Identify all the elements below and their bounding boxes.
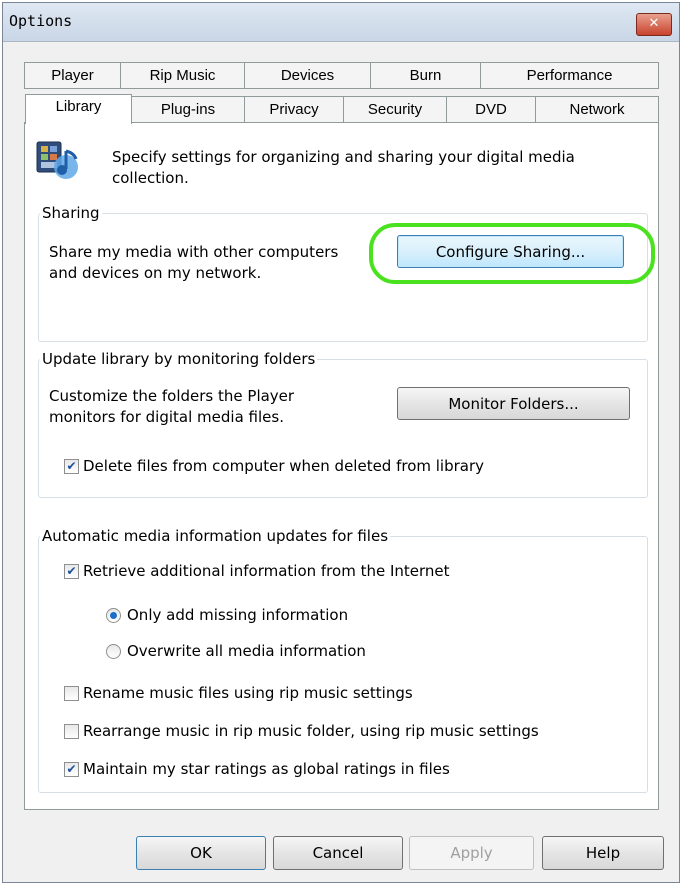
monitor-folders-button[interactable]: Monitor Folders... <box>397 387 630 420</box>
ok-button[interactable]: OK <box>136 836 266 870</box>
tab-devices[interactable]: Devices <box>244 62 371 89</box>
monitor-folders-legend: Update library by monitoring folders <box>40 349 318 369</box>
sharing-description: Share my media with other computers and … <box>49 243 339 282</box>
help-label: Help <box>585 844 621 862</box>
delete-files-checkbox[interactable]: ✔ <box>64 459 79 474</box>
close-button[interactable]: ✕ <box>636 13 672 36</box>
cancel-label: Cancel <box>312 844 364 862</box>
rename-files-label[interactable]: Rename music files using rip music setti… <box>83 683 413 704</box>
maintain-ratings-checkbox[interactable]: ✔ <box>64 762 79 777</box>
ok-label: OK <box>190 844 212 862</box>
only-add-missing-label[interactable]: Only add missing information <box>127 605 348 626</box>
delete-files-label[interactable]: Delete files from computer when deleted … <box>83 456 484 477</box>
retrieve-info-label[interactable]: Retrieve additional information from the… <box>83 561 450 582</box>
tab-burn[interactable]: Burn <box>370 62 481 89</box>
media-library-icon <box>36 141 78 179</box>
library-tab-panel: Specify settings for organizing and shar… <box>24 122 659 810</box>
title-bar[interactable]: Options ✕ <box>3 3 679 42</box>
apply-button[interactable]: Apply <box>409 836 534 870</box>
cancel-button[interactable]: Cancel <box>273 836 403 870</box>
rearrange-music-checkbox[interactable] <box>64 724 79 739</box>
overwrite-all-radio[interactable] <box>106 644 121 659</box>
sharing-legend: Sharing <box>40 203 102 223</box>
monitor-folders-description: Customize the folders the Player monitor… <box>49 387 295 426</box>
tab-performance[interactable]: Performance <box>480 62 659 89</box>
rearrange-music-label[interactable]: Rearrange music in rip music folder, usi… <box>83 721 539 742</box>
tab-security[interactable]: Security <box>343 96 447 123</box>
window-title: Options <box>9 12 73 30</box>
tab-player[interactable]: Player <box>24 62 121 89</box>
configure-sharing-label: Configure Sharing... <box>435 242 586 261</box>
retrieve-info-checkbox[interactable]: ✔ <box>64 564 79 579</box>
tab-network[interactable]: Network <box>535 96 659 123</box>
auto-update-legend: Automatic media information updates for … <box>40 526 391 546</box>
maintain-ratings-label[interactable]: Maintain my star ratings as global ratin… <box>83 759 450 780</box>
overwrite-all-label[interactable]: Overwrite all media information <box>127 641 366 662</box>
apply-label: Apply <box>450 844 493 862</box>
monitor-folders-group <box>38 359 648 498</box>
tab-privacy[interactable]: Privacy <box>244 96 344 123</box>
rename-files-checkbox[interactable] <box>64 686 79 701</box>
header-description: Specify settings for organizing and shar… <box>112 148 575 187</box>
tab-rip-music[interactable]: Rip Music <box>120 62 245 89</box>
configure-sharing-button[interactable]: Configure Sharing... <box>397 235 624 268</box>
help-button[interactable]: Help <box>542 836 664 870</box>
tab-plug-ins[interactable]: Plug-ins <box>131 96 245 123</box>
tab-library[interactable]: Library <box>25 94 132 124</box>
tab-dvd[interactable]: DVD <box>446 96 536 123</box>
monitor-folders-label: Monitor Folders... <box>448 394 579 413</box>
radio-selected-dot <box>110 612 117 619</box>
only-add-missing-radio[interactable] <box>106 608 121 623</box>
